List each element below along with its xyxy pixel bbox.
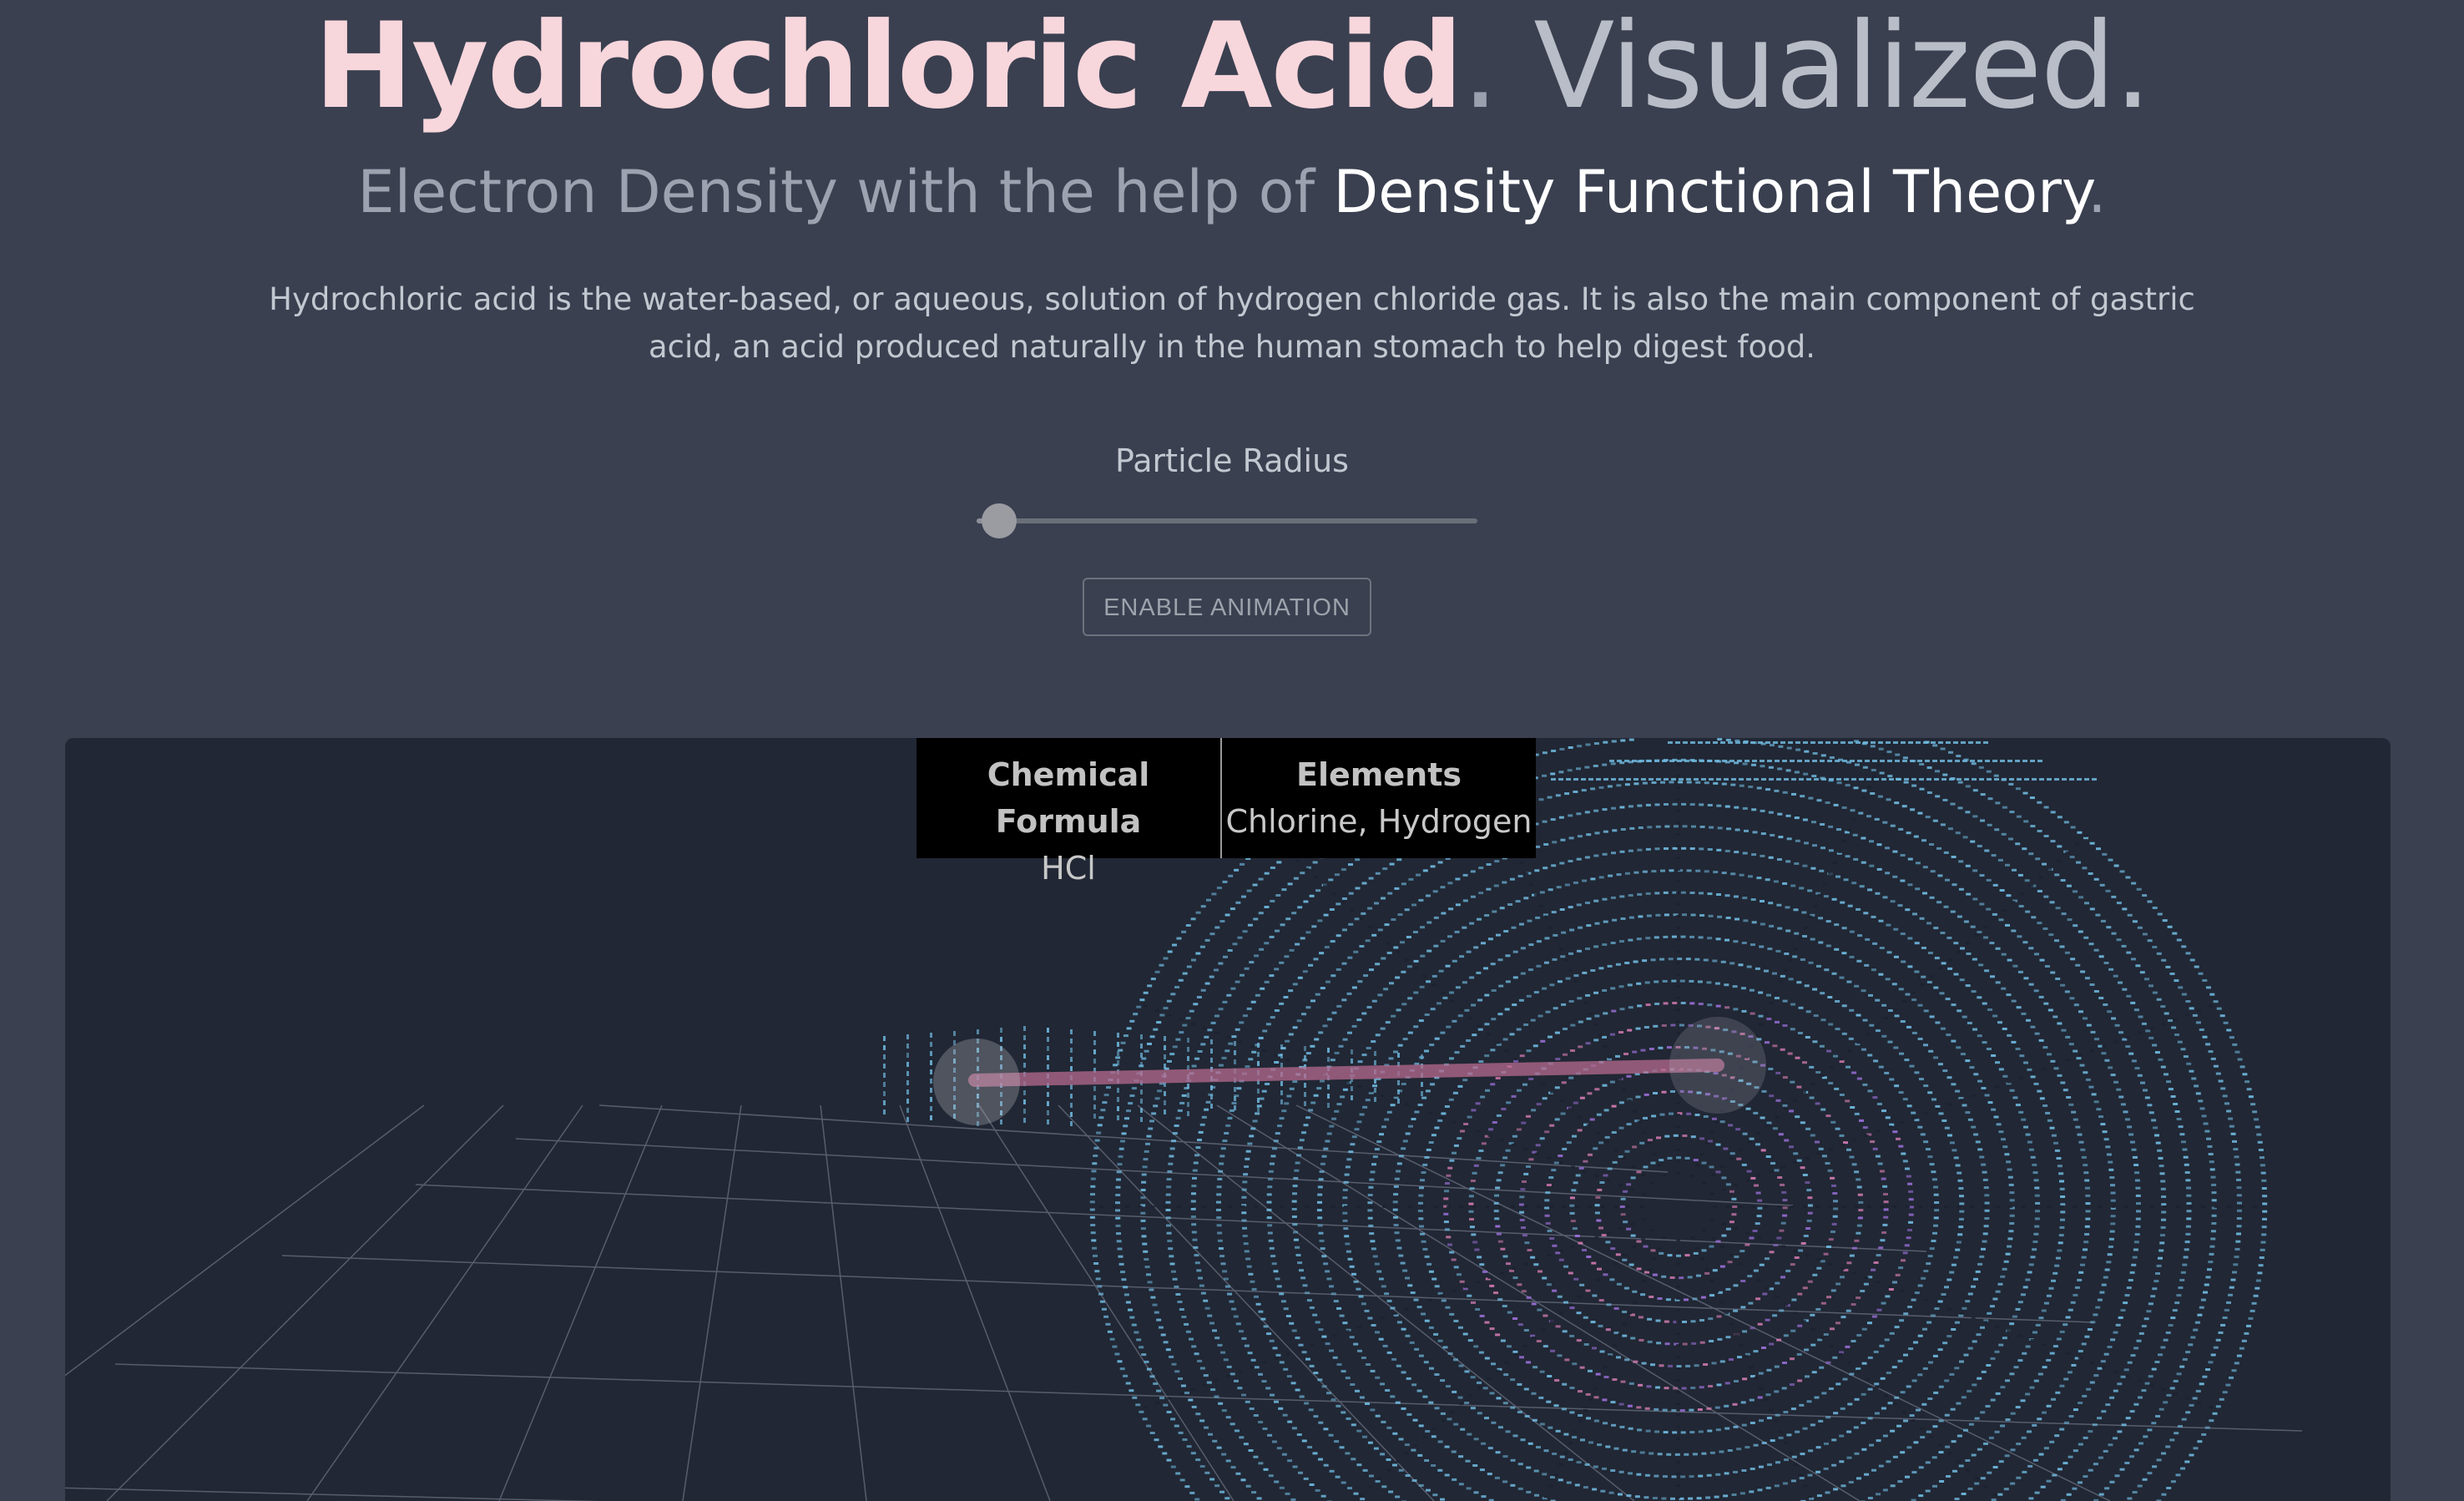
grid-line — [65, 1104, 425, 1377]
grid-line — [1216, 1104, 1861, 1501]
page: Hydrochloric Acid. Visualized. Electron … — [0, 0, 2464, 1501]
floor-grid — [65, 1104, 2303, 1501]
title-secondary: Visualized — [1497, 0, 2115, 135]
grid-line — [281, 1255, 2094, 1323]
slider-thumb-icon[interactable] — [982, 503, 1017, 538]
h-cl-bond — [968, 1059, 1724, 1087]
page-subtitle: Electron Density with the help of Densit… — [0, 149, 2464, 235]
elements-header: Elements — [1296, 756, 1462, 793]
slider-track[interactable] — [977, 518, 1477, 523]
title-dot: . — [1462, 0, 1499, 135]
elements-value: Chlorine, Hydrogen — [1225, 803, 1532, 840]
grid-line — [106, 1104, 504, 1501]
grid-line — [498, 1104, 663, 1501]
grid-line — [1295, 1104, 2111, 1501]
grid-line — [114, 1363, 2303, 1432]
hydrogen-atom — [933, 1039, 1020, 1125]
grid-line — [820, 1104, 867, 1501]
info-table: Chemical Formula HCl Elements Chlorine, … — [916, 738, 1536, 887]
description: Hydrochloric acid is the water-based, or… — [269, 281, 2195, 365]
grid-line — [598, 1104, 1669, 1173]
title-main: Hydrochloric Acid — [314, 0, 1463, 135]
subtitle-prefix: Electron Density with the help of — [357, 158, 1334, 226]
page-title: Hydrochloric Acid. Visualized. — [0, 0, 2464, 134]
chlorine-atom — [1669, 1017, 1766, 1114]
grid-line — [515, 1138, 1794, 1206]
title-dot-end: . — [2113, 0, 2152, 135]
grid-line — [978, 1104, 1235, 1501]
grid-line — [1058, 1104, 1435, 1501]
formula-header: Chemical Formula — [987, 756, 1150, 840]
elements-cell: Elements Chlorine, Hydrogen — [1222, 738, 1536, 858]
formula-cell: Chemical Formula HCl — [916, 738, 1222, 887]
subtitle-emphasis: Density Functional Theory — [1333, 158, 2088, 226]
particle-radius-slider[interactable] — [977, 503, 1477, 538]
enable-animation-button[interactable]: ENABLE ANIMATION — [1083, 578, 1371, 636]
grid-line — [682, 1104, 742, 1501]
subtitle-suffix: . — [2088, 158, 2107, 226]
grid-line — [306, 1104, 583, 1501]
formula-value: HCl — [1041, 850, 1096, 887]
grid-line — [899, 1104, 1051, 1501]
slider-label: Particle Radius — [1115, 442, 1349, 479]
